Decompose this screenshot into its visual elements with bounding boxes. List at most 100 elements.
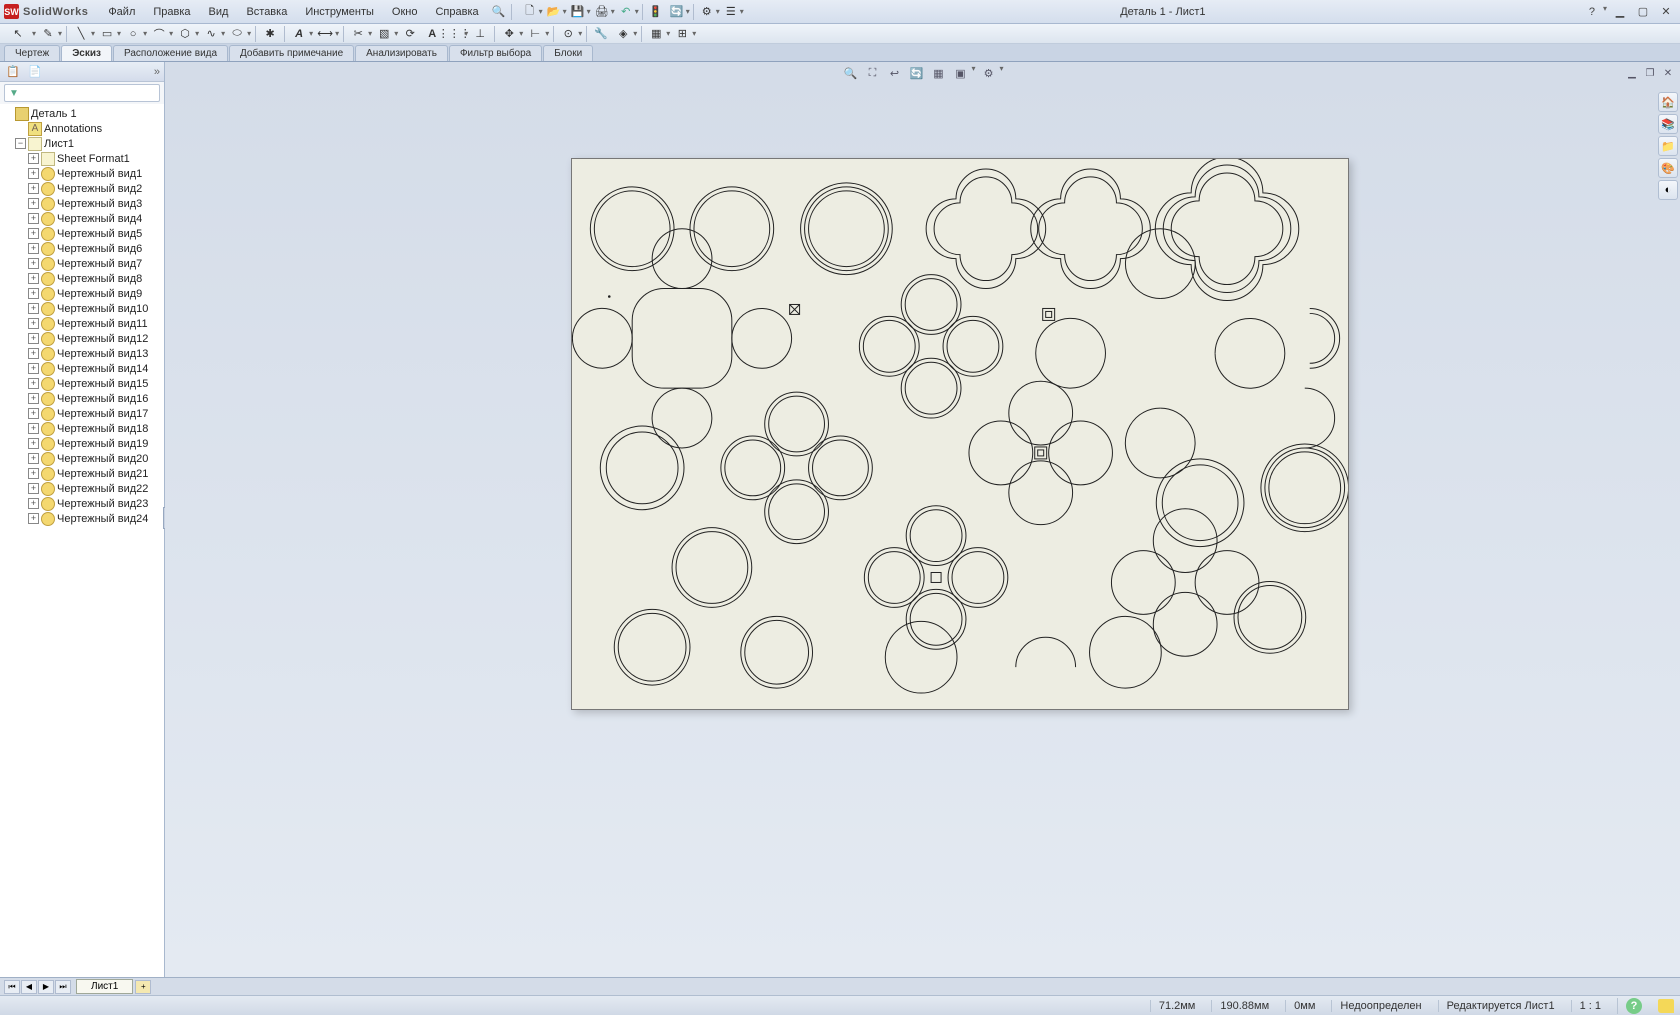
tree-expander-icon[interactable]: +	[28, 513, 39, 524]
traffic-light-icon[interactable]: 🚦	[646, 3, 666, 21]
tree-expander-icon[interactable]: +	[28, 393, 39, 404]
tree-filter-input[interactable]: ▼	[4, 84, 160, 102]
tree-drawing-view-18[interactable]: +Чертежный вид18	[2, 421, 162, 436]
tree-drawing-view-5[interactable]: +Чертежный вид5	[2, 226, 162, 241]
pattern-icon[interactable]: ⋮⋮⋮	[444, 25, 464, 43]
tree-drawing-view-19[interactable]: +Чертежный вид19	[2, 436, 162, 451]
appearances-icon[interactable]: ◐	[1658, 180, 1678, 200]
tree-expander-icon[interactable]: +	[28, 183, 39, 194]
tree-expander-icon[interactable]: +	[28, 453, 39, 464]
tree-expander-icon[interactable]: +	[28, 318, 39, 329]
print-icon[interactable]: 🖨	[592, 3, 612, 21]
open-icon[interactable]: 📂	[544, 3, 564, 21]
search-icon[interactable]: 🔍	[489, 3, 509, 21]
inner-restore-button[interactable]: ❐	[1642, 66, 1658, 80]
zoom-area-icon[interactable]: ⛶	[863, 64, 881, 82]
spline-icon[interactable]: ∿	[201, 25, 221, 43]
tree-drawing-view-12[interactable]: +Чертежный вид12	[2, 331, 162, 346]
first-sheet-button[interactable]: ⏮	[4, 980, 20, 994]
list-icon[interactable]: ☰	[721, 3, 741, 21]
view-settings-icon[interactable]: ⚙	[980, 64, 998, 82]
tree-expander-icon[interactable]: +	[28, 168, 39, 179]
tree-expander-icon[interactable]: +	[28, 288, 39, 299]
tab-evaluate[interactable]: Анализировать	[355, 45, 448, 61]
maximize-button[interactable]: ▢	[1633, 4, 1653, 20]
tree-drawing-view-10[interactable]: +Чертежный вид10	[2, 301, 162, 316]
last-sheet-button[interactable]: ⏭	[55, 980, 71, 994]
sketch-icon[interactable]: ✎	[38, 25, 58, 43]
status-help-icon[interactable]: ?	[1626, 998, 1642, 1014]
ellipse-icon[interactable]: ⬭	[227, 25, 247, 43]
tree-drawing-view-20[interactable]: +Чертежный вид20	[2, 451, 162, 466]
zoom-prev-icon[interactable]: ↩	[885, 64, 903, 82]
tree-expander-icon[interactable]: +	[28, 303, 39, 314]
tree-expander-icon[interactable]: +	[28, 498, 39, 509]
constraint-icon[interactable]: ⊥	[470, 25, 490, 43]
view-palette-icon[interactable]: 🎨	[1658, 158, 1678, 178]
trim-icon[interactable]: ✂	[348, 25, 368, 43]
menu-edit[interactable]: Правка	[145, 3, 198, 21]
block-icon[interactable]: ▦	[646, 25, 666, 43]
design-library-icon[interactable]: 📚	[1658, 114, 1678, 134]
home-icon[interactable]: 🏠	[1658, 92, 1678, 112]
rebuild-icon[interactable]: 🔄	[667, 3, 687, 21]
tree-drawing-view-4[interactable]: +Чертежный вид4	[2, 211, 162, 226]
drawing-sheet[interactable]	[571, 158, 1349, 710]
tree-drawing-view-3[interactable]: +Чертежный вид3	[2, 196, 162, 211]
text-icon[interactable]: A	[289, 25, 309, 43]
tab-view-layout[interactable]: Расположение вида	[113, 45, 228, 61]
point-icon[interactable]: ✱	[260, 25, 280, 43]
repair-icon[interactable]: 🔧	[591, 25, 611, 43]
tree-drawing-view-9[interactable]: +Чертежный вид9	[2, 286, 162, 301]
tree-drawing-view-7[interactable]: +Чертежный вид7	[2, 256, 162, 271]
dimension-icon[interactable]: ⟷	[315, 25, 335, 43]
rebuild-view-icon[interactable]: 🔄	[907, 64, 925, 82]
minimize-button[interactable]: ▁	[1610, 4, 1630, 20]
feature-tree-tab-icon[interactable]: 📋	[4, 64, 22, 80]
tree-expander-icon[interactable]: +	[28, 243, 39, 254]
tree-expander-icon[interactable]: +	[28, 333, 39, 344]
tree-expander-icon[interactable]: +	[28, 363, 39, 374]
inner-minimize-button[interactable]: ▁	[1624, 66, 1640, 80]
tree-drawing-view-14[interactable]: +Чертежный вид14	[2, 361, 162, 376]
tree-drawing-view-13[interactable]: +Чертежный вид13	[2, 346, 162, 361]
close-button[interactable]: ✕	[1656, 4, 1676, 20]
tree-expander-icon[interactable]: +	[28, 378, 39, 389]
tab-sketch[interactable]: Эскиз	[61, 45, 112, 61]
tree-expander-icon[interactable]: −	[15, 138, 26, 149]
undo-icon[interactable]: ↶	[616, 3, 636, 21]
table-icon[interactable]: ⊞	[672, 25, 692, 43]
add-sheet-button[interactable]: +	[135, 980, 151, 994]
prev-sheet-button[interactable]: ◀	[21, 980, 37, 994]
tree-expander-icon[interactable]: +	[28, 258, 39, 269]
tree-sheet[interactable]: −Лист1	[2, 136, 162, 151]
menu-tools[interactable]: Инструменты	[297, 3, 382, 21]
collapse-panel-icon[interactable]: »	[154, 66, 160, 78]
convert-icon[interactable]: ▧	[374, 25, 394, 43]
tree-expander-icon[interactable]: +	[28, 483, 39, 494]
status-note-icon[interactable]	[1658, 999, 1674, 1013]
file-explorer-icon[interactable]: 📁	[1658, 136, 1678, 156]
tab-annotation[interactable]: Добавить примечание	[229, 45, 354, 61]
tree-expander-icon[interactable]: +	[28, 273, 39, 284]
tree-annotations[interactable]: AAnnotations	[2, 121, 162, 136]
3d-sketch-icon[interactable]: ◈	[613, 25, 633, 43]
inner-close-button[interactable]: ✕	[1660, 66, 1676, 80]
menu-window[interactable]: Окно	[384, 3, 426, 21]
next-sheet-button[interactable]: ▶	[38, 980, 54, 994]
tree-drawing-view-8[interactable]: +Чертежный вид8	[2, 271, 162, 286]
rectangle-icon[interactable]: ▭	[97, 25, 117, 43]
tree-expander-icon[interactable]: +	[28, 468, 39, 479]
offset-icon[interactable]: ⟳	[400, 25, 420, 43]
line-icon[interactable]: ╲	[71, 25, 91, 43]
tree-expander-icon[interactable]: +	[28, 228, 39, 239]
section-view-icon[interactable]: ▦	[929, 64, 947, 82]
tree-drawing-view-6[interactable]: +Чертежный вид6	[2, 241, 162, 256]
menu-insert[interactable]: Вставка	[238, 3, 295, 21]
tab-drawing[interactable]: Чертеж	[4, 45, 60, 61]
tree-drawing-view-24[interactable]: +Чертежный вид24	[2, 511, 162, 526]
menu-view[interactable]: Вид	[201, 3, 237, 21]
arc-icon[interactable]: ⌒	[149, 25, 169, 43]
menu-help[interactable]: Справка	[427, 3, 486, 21]
options-icon[interactable]: ⚙	[697, 3, 717, 21]
